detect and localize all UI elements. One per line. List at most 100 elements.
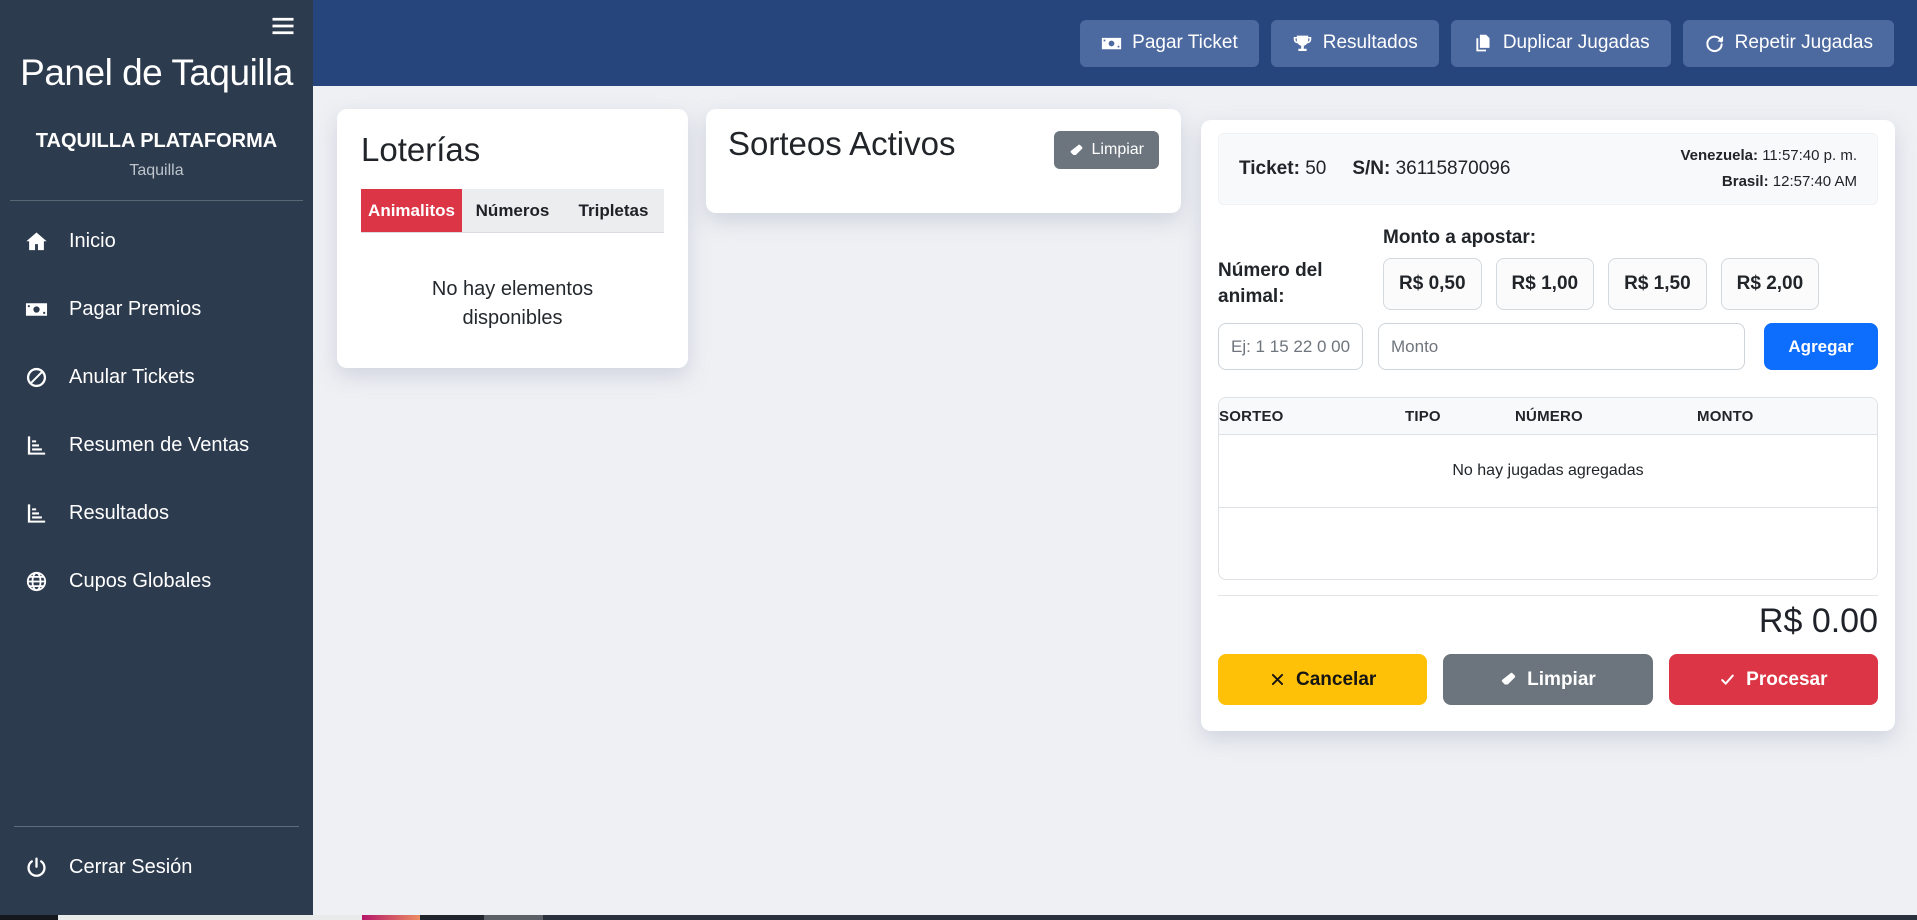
sidebar-item-resumen-de-ventas[interactable]: Resumen de Ventas	[0, 411, 313, 479]
sidebar-item-inicio[interactable]: Inicio	[0, 207, 313, 275]
serial-number-value: 36115870096	[1395, 158, 1511, 179]
eraser-icon	[1069, 143, 1084, 158]
column-header-numero: NÚMERO	[1515, 408, 1697, 425]
x-icon	[1269, 671, 1286, 688]
page-title: Panel de Taquilla	[20, 52, 293, 93]
power-icon	[25, 856, 48, 879]
hamburger-menu-icon[interactable]	[269, 12, 297, 40]
serial-label: S/N:	[1352, 158, 1391, 179]
bottom-edge-segment	[484, 915, 543, 920]
sidebar: Panel de Taquilla TAQUILLA PLATAFORMA Ta…	[0, 0, 313, 915]
check-icon	[1719, 671, 1736, 688]
venezuela-label: Venezuela:	[1680, 146, 1759, 164]
amount-0-50-button[interactable]: R$ 0,50	[1383, 258, 1482, 310]
animal-number-input[interactable]	[1218, 323, 1363, 370]
logout-section: Cerrar Sesión	[0, 826, 313, 901]
plays-empty-row	[1219, 508, 1877, 579]
logout-label: Cerrar Sesión	[69, 855, 193, 878]
eraser-icon	[1500, 671, 1517, 688]
procesar-button[interactable]: Procesar	[1668, 654, 1878, 705]
chart-bar-icon	[25, 502, 48, 525]
sidebar-item-pagar-premios[interactable]: Pagar Premios	[0, 275, 313, 343]
sorteos-card: Sorteos Activos Limpiar	[706, 109, 1181, 213]
sidebar-divider	[10, 200, 303, 201]
loterias-empty-message: No hay elementos disponibles	[431, 278, 594, 329]
brasil-label: Brasil:	[1721, 173, 1769, 190]
topbar-button-label: Duplicar Jugadas	[1502, 32, 1650, 53]
quick-amount-buttons: R$ 0,50 R$ 1,00 R$ 1,50 R$ 2,00	[1383, 258, 1878, 310]
clock-block: Venezuela: 11:57:40 p. m. Brasil: 12:57:…	[1680, 143, 1857, 196]
copy-icon	[1472, 33, 1493, 54]
user-role: Taquilla	[129, 162, 184, 179]
amount-2-00-button[interactable]: R$ 2,00	[1720, 258, 1820, 310]
redo-icon	[1704, 33, 1725, 54]
venezuela-time: Venezuela: 11:57:40 p. m.	[1680, 143, 1857, 169]
sidebar-item-anular-tickets[interactable]: Anular Tickets	[0, 343, 313, 411]
column-header-label: SORTEO	[1219, 407, 1284, 425]
total-divider	[1218, 595, 1878, 596]
chart-bar-icon	[25, 434, 48, 457]
bottom-edge-segment	[420, 915, 484, 920]
tab-tripletas[interactable]: Tripletas	[563, 189, 664, 232]
sidebar-item-label: Pagar Premios	[69, 297, 202, 320]
plays-empty-message: No hay jugadas agregadas	[1219, 435, 1877, 508]
column-header-label: NÚMERO	[1515, 407, 1583, 425]
limpiar-label: Limpiar	[1527, 668, 1596, 690]
globe-icon	[25, 570, 48, 593]
ticket-panel: Ticket: 50 S/N: 36115870096 Venezuela: 1…	[1201, 120, 1895, 731]
sidebar-item-label: Resumen de Ventas	[69, 433, 250, 456]
bottom-window-edge	[0, 915, 1917, 920]
sorteos-title: Sorteos Activos	[728, 125, 956, 162]
money-bill-icon	[1101, 33, 1122, 54]
money-bill-icon	[25, 298, 48, 321]
ticket-number: Ticket: 50	[1239, 158, 1326, 180]
plays-table-header: SORTEO TIPO NÚMERO MONTO	[1219, 398, 1877, 435]
repetir-jugadas-button[interactable]: Repetir Jugadas	[1682, 19, 1894, 67]
ticket-header: Ticket: 50 S/N: 36115870096 Venezuela: 1…	[1218, 133, 1878, 205]
column-header-label: TIPO	[1405, 407, 1441, 425]
column-header-tipo: TIPO	[1405, 408, 1515, 425]
topbar: Pagar Ticket Resultados Duplicar Jugadas…	[313, 0, 1917, 86]
agregar-button[interactable]: Agregar	[1764, 323, 1878, 370]
sidebar-nav: Inicio Pagar Premios Anular Tickets Resu…	[0, 207, 313, 615]
tab-label: Números	[475, 200, 550, 220]
duplicar-jugadas-button[interactable]: Duplicar Jugadas	[1450, 19, 1671, 67]
tab-numeros[interactable]: Números	[462, 189, 563, 232]
brasil-time-value: 12:57:40 AM	[1772, 173, 1857, 190]
amount-button-label: R$ 0,50	[1399, 273, 1466, 294]
ban-icon	[25, 366, 48, 389]
total-amount: R$ 0.00	[1758, 602, 1878, 640]
topbar-button-label: Resultados	[1322, 32, 1418, 53]
pagar-ticket-button[interactable]: Pagar Ticket	[1080, 19, 1259, 67]
cancelar-label: Cancelar	[1296, 668, 1377, 690]
sidebar-item-resultados[interactable]: Resultados	[0, 479, 313, 547]
loterias-card: Loterías Animalitos Números Tripletas No…	[337, 109, 688, 368]
sidebar-item-label: Anular Tickets	[69, 365, 195, 388]
main-content: Loterías Animalitos Números Tripletas No…	[313, 86, 1917, 915]
amount-1-00-button[interactable]: R$ 1,00	[1495, 258, 1595, 310]
platform-name: TAQUILLA PLATAFORMA	[35, 130, 278, 152]
sidebar-divider	[14, 826, 299, 827]
home-icon	[25, 230, 48, 253]
venezuela-time-value: 11:57:40 p. m.	[1762, 146, 1857, 164]
ticket-number-value: 50	[1305, 158, 1327, 179]
amount-button-label: R$ 1,50	[1624, 273, 1691, 294]
sorteos-limpiar-button[interactable]: Limpiar	[1053, 131, 1159, 169]
resultados-button[interactable]: Resultados	[1270, 19, 1439, 67]
column-header-label: MONTO	[1697, 407, 1754, 425]
amount-input[interactable]	[1378, 323, 1745, 370]
sidebar-item-cerrar-sesion[interactable]: Cerrar Sesión	[0, 833, 313, 901]
limpiar-button[interactable]: Limpiar	[1443, 654, 1653, 705]
procesar-label: Procesar	[1746, 668, 1828, 690]
topbar-button-label: Repetir Jugadas	[1734, 32, 1873, 53]
sidebar-item-cupos-globales[interactable]: Cupos Globales	[0, 547, 313, 615]
tab-animalitos[interactable]: Animalitos	[361, 189, 462, 232]
column-header-monto: MONTO	[1697, 408, 1877, 425]
amount-1-50-button[interactable]: R$ 1,50	[1608, 258, 1707, 310]
bet-inputs-row: Agregar	[1218, 323, 1878, 370]
amount-section-label: Monto a apostar:	[1383, 227, 1537, 248]
bet-entry-section: Monto a apostar: Número del animal: R$ 0…	[1218, 227, 1878, 310]
cancelar-button[interactable]: Cancelar	[1218, 654, 1428, 705]
sidebar-item-label: Inicio	[69, 229, 116, 252]
bottom-edge-segment	[58, 915, 362, 920]
